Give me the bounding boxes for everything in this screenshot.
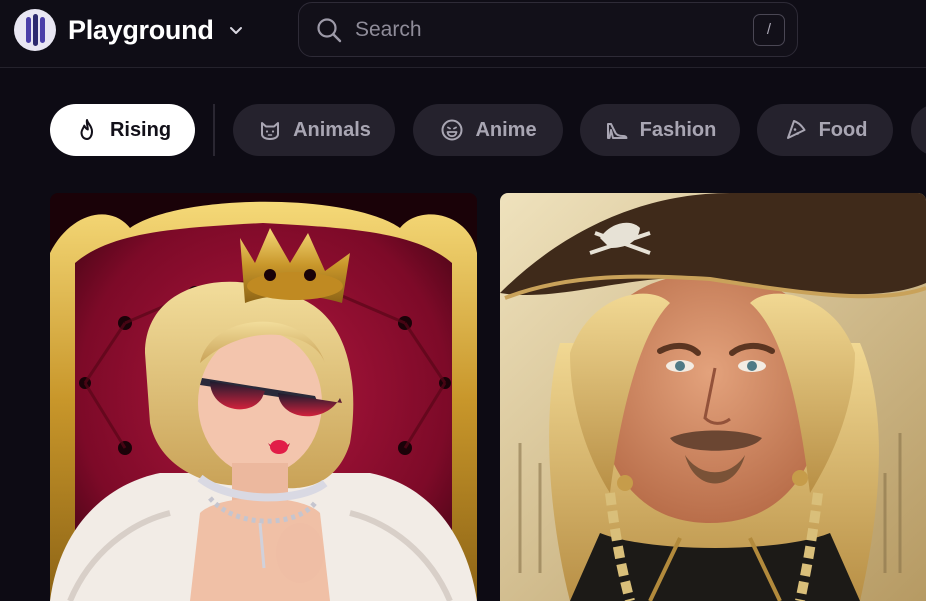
top-bar: Playground / (0, 0, 926, 68)
search-bar[interactable]: / (298, 2, 798, 57)
category-label: Rising (109, 118, 172, 141)
category-chip-food[interactable]: Food (757, 104, 893, 156)
category-chip-rising[interactable]: Rising (50, 104, 195, 156)
smiley-icon (441, 119, 463, 141)
category-chip-fashion[interactable]: Fashion (580, 104, 740, 156)
category-filter-bar: Rising Animals Anime Fashion Food (0, 104, 926, 158)
category-label: Food (818, 118, 868, 141)
playground-logo-icon (14, 9, 56, 51)
brand-switcher[interactable]: Playground (14, 8, 244, 52)
category-label: Anime (475, 118, 537, 141)
search-icon (317, 17, 342, 42)
category-chip-anime[interactable]: Anime (413, 104, 563, 156)
category-chip-animals[interactable]: Animals (233, 104, 395, 156)
search-shortcut-badge: / (753, 13, 785, 46)
flame-icon (80, 119, 93, 140)
gallery-image-pirate (500, 193, 926, 601)
app-name: Playground (68, 14, 214, 45)
category-label: Fashion (639, 118, 717, 141)
pizza-icon (786, 120, 806, 139)
category-label: Animals (293, 118, 371, 141)
search-input[interactable] (355, 9, 753, 50)
chip-divider (213, 104, 215, 156)
cat-icon (261, 122, 280, 140)
gallery-image-card[interactable] (50, 193, 477, 601)
high-heel-icon (606, 123, 628, 139)
chevron-down-icon (229, 27, 242, 34)
gallery-image-queen (50, 193, 477, 601)
gallery-image-card[interactable] (500, 193, 926, 601)
category-chip-overflow[interactable] (911, 104, 926, 156)
